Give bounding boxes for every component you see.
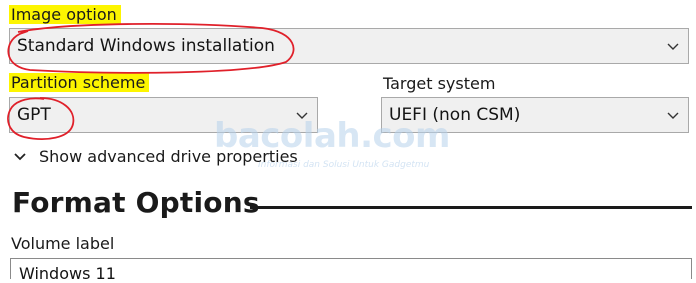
image-option-select[interactable]: Standard Windows installation: [9, 28, 689, 64]
format-options-title: Format Options: [12, 186, 260, 219]
chevron-down-icon: [667, 43, 679, 50]
volume-label-value: Windows 11: [19, 264, 116, 283]
partition-scheme-value: GPT: [17, 105, 51, 125]
volume-label-label: Volume label: [11, 234, 115, 253]
expand-chevron-icon: [14, 152, 26, 160]
image-option-value: Standard Windows installation: [17, 36, 275, 56]
volume-label-input[interactable]: Windows 11: [10, 258, 692, 283]
partition-scheme-label-text: Partition scheme: [9, 73, 150, 92]
format-options-divider: [250, 206, 692, 209]
target-system-label: Target system: [383, 74, 496, 93]
image-option-label-text: Image option: [9, 5, 121, 24]
chevron-down-icon: [667, 112, 679, 119]
partition-scheme-label: Partition scheme: [9, 73, 150, 93]
image-option-label: Image option: [9, 5, 121, 25]
advanced-drive-properties-toggle[interactable]: Show advanced drive properties: [13, 147, 298, 166]
advanced-drive-properties-label: Show advanced drive properties: [39, 147, 298, 166]
